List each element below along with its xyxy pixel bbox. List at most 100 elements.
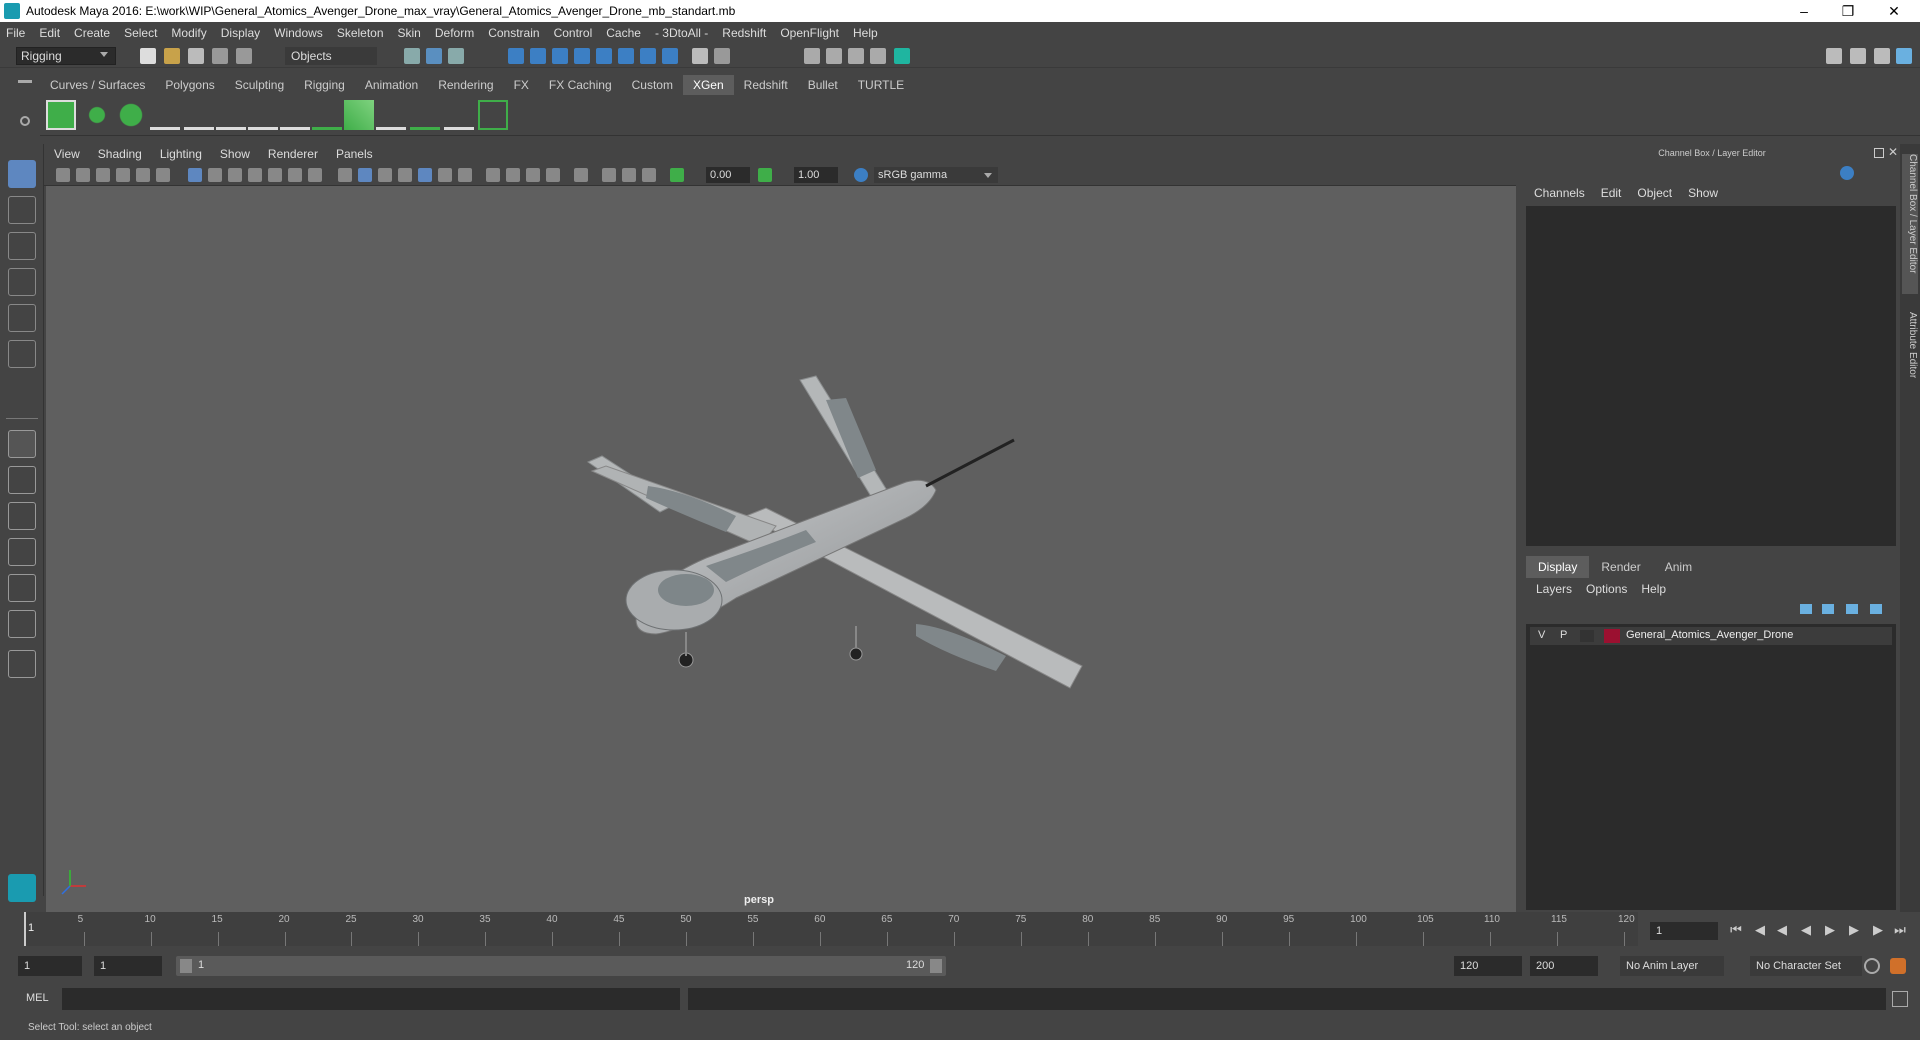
redo-icon[interactable] [236,48,252,64]
image-plane-icon[interactable] [116,168,130,182]
smooth-shade-icon[interactable] [358,168,372,182]
view-transform-dropdown[interactable]: sRGB gamma [874,167,998,183]
select-tool-icon[interactable] [8,160,36,188]
tab-fx[interactable]: FX [504,75,539,95]
lasso-tool-icon[interactable] [8,196,36,224]
open-scene-icon[interactable] [164,48,180,64]
current-time-indicator[interactable] [24,912,26,946]
xray-joints-icon[interactable] [602,168,616,182]
camera-select-icon[interactable] [56,168,70,182]
gamma-field[interactable]: 1.00 [794,167,838,183]
select-object-icon[interactable] [426,48,442,64]
vp-menu-show[interactable]: Show [220,147,250,161]
layer-playback-toggle[interactable]: P [1560,629,1567,641]
motion-blur-icon[interactable] [506,168,520,182]
manipulator-icon[interactable] [1840,166,1854,180]
close-button[interactable]: ✕ [1872,0,1916,22]
command-input[interactable] [62,988,680,1010]
script-editor-icon[interactable] [1892,991,1908,1007]
wireframe-on-shaded-icon[interactable] [378,168,392,182]
snap-point-icon[interactable] [552,48,568,64]
vp-menu-panels[interactable]: Panels [336,147,373,161]
xgen-fur-icon[interactable] [410,100,440,130]
wireframe-icon[interactable] [338,168,352,182]
maya-home-icon[interactable] [8,874,36,902]
range-slider[interactable]: 1 120 [176,956,946,976]
cb-menu-object[interactable]: Object [1637,186,1672,200]
snap-grid-icon[interactable] [508,48,524,64]
undo-icon[interactable] [212,48,228,64]
xgen-layers-icon[interactable] [344,100,374,130]
gamma-icon[interactable] [758,168,772,182]
new-scene-icon[interactable] [140,48,156,64]
layer-type-toggle[interactable] [1580,630,1594,642]
tab-render[interactable]: Render [1589,556,1652,578]
scale-tool-icon[interactable] [8,340,36,368]
rotate-tool-icon[interactable] [8,304,36,332]
playback-start-field[interactable]: 1 [94,956,162,976]
menu-file[interactable]: File [6,26,25,40]
animation-prefs-icon[interactable] [1890,958,1906,974]
xray-active-icon[interactable] [622,168,636,182]
range-start-handle[interactable] [180,959,192,973]
vp-menu-view[interactable]: View [54,147,80,161]
time-slider[interactable]: 1 5 10 15 20 25 30 35 40 45 50 55 60 65 70 75 80 85 90 95 1… [24,912,1638,946]
menu-openflight[interactable]: OpenFlight [780,26,839,40]
vp-menu-shading[interactable]: Shading [98,147,142,161]
four-pane-layout-icon[interactable] [8,466,36,494]
tab-xgen[interactable]: XGen [682,75,734,95]
field-chart-icon[interactable] [268,168,282,182]
layer-menu-help[interactable]: Help [1641,582,1666,596]
isolate-select-icon[interactable] [574,168,588,182]
drone-model[interactable] [46,186,1516,912]
tab-polygons[interactable]: Polygons [155,75,224,95]
tab-rendering[interactable]: Rendering [428,75,503,95]
single-pane-layout-icon[interactable] [8,430,36,458]
xgen-editor-icon[interactable] [46,100,76,130]
playback-end-field[interactable]: 120 [1454,956,1522,976]
tool-settings-icon[interactable] [1874,48,1890,64]
menu-3dtoall[interactable]: - 3DtoAll - [655,26,708,40]
tab-turtle[interactable]: TURTLE [848,75,914,95]
side-by-side-layout-icon[interactable] [8,502,36,530]
menu-deform[interactable]: Deform [435,26,474,40]
cb-menu-edit[interactable]: Edit [1601,186,1622,200]
anim-layer-dropdown[interactable]: No Anim Layer [1620,956,1724,976]
lock-icon[interactable] [692,48,708,64]
tab-rigging[interactable]: Rigging [294,75,355,95]
step-back-frame-icon[interactable]: ◀ [1752,922,1768,938]
restore-button[interactable]: ❐ [1826,0,1870,22]
shadows-icon[interactable] [458,168,472,182]
character-set-dropdown[interactable]: No Character Set [1750,956,1862,976]
render-settings-icon[interactable] [848,48,864,64]
layer-menu-layers[interactable]: Layers [1536,582,1572,596]
xray-icon[interactable] [398,168,412,182]
bookmark-icon[interactable] [96,168,110,182]
tab-curves-surfaces[interactable]: Curves / Surfaces [40,75,155,95]
close-panel-icon[interactable]: ✕ [1888,145,1898,159]
ipr-render-icon[interactable] [826,48,842,64]
menu-display[interactable]: Display [221,26,260,40]
new-layer-selected-icon[interactable] [1870,604,1882,614]
menu-help[interactable]: Help [853,26,878,40]
shelf-options-icon[interactable] [20,116,30,126]
color-management-icon[interactable] [854,168,868,182]
scene-start-field[interactable]: 1 [18,956,82,976]
xgen-comb-icon[interactable] [444,100,474,130]
graph-editor-layout-icon[interactable] [8,574,36,602]
vp-menu-lighting[interactable]: Lighting [160,147,202,161]
mel-label[interactable]: MEL [26,992,49,1004]
exposure-icon[interactable] [670,168,684,182]
textured-icon[interactable] [418,168,432,182]
channel-box-icon[interactable] [1896,48,1912,64]
selection-mask-dropdown[interactable]: Objects [285,47,377,65]
redshift-render-icon[interactable] [894,48,910,64]
tab-fx-caching[interactable]: FX Caching [539,75,622,95]
save-scene-icon[interactable] [188,48,204,64]
xgen-select-guide-icon[interactable] [248,100,278,130]
move-layer-down-icon[interactable] [1822,604,1834,614]
menu-select[interactable]: Select [124,26,157,40]
select-component-icon[interactable] [448,48,464,64]
go-to-start-icon[interactable]: ⏮ [1728,922,1744,938]
xgen-sculpt-guide-icon[interactable] [216,100,246,130]
